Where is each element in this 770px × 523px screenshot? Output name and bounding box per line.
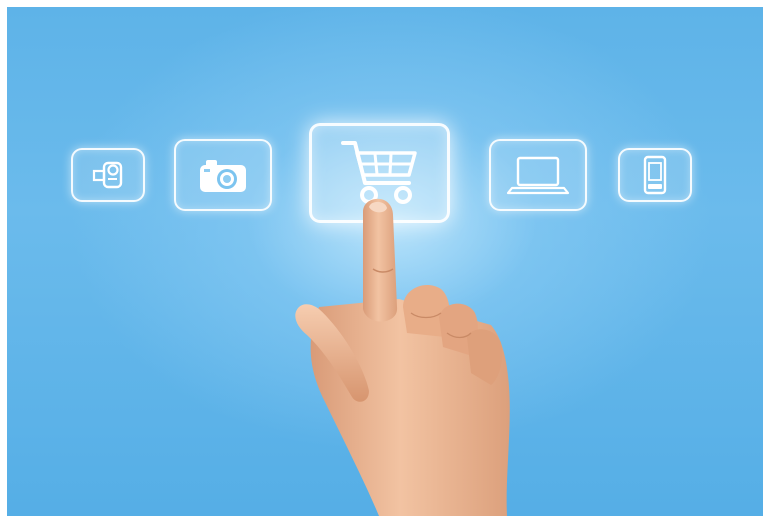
pointing-hand bbox=[295, 198, 510, 516]
touch-interface-scene bbox=[7, 7, 763, 516]
